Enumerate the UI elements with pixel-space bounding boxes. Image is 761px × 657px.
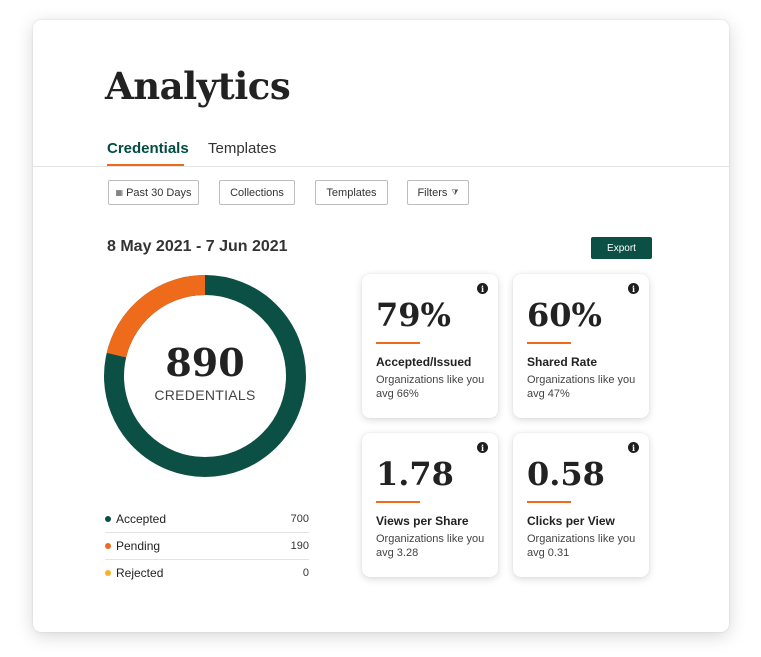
info-icon[interactable]: i: [628, 283, 639, 294]
metric-accent-bar: [527, 342, 571, 344]
legend-label: Pending: [116, 539, 161, 553]
info-icon[interactable]: i: [477, 442, 488, 453]
metric-label: Clicks per View: [527, 514, 615, 528]
metric-value: 1.78: [376, 455, 454, 493]
export-button[interactable]: Export: [591, 237, 652, 259]
metric-accent-bar: [376, 342, 420, 344]
date-filter-button[interactable]: ▦ Past 30 Days: [108, 180, 199, 205]
credentials-total: 890: [165, 340, 245, 385]
filters-label: Filters: [417, 186, 448, 199]
metric-value: 60%: [527, 296, 602, 334]
filters-button[interactable]: Filters ⧩: [407, 180, 469, 205]
analytics-card: Analytics Credentials Templates ▦ Past 3…: [33, 20, 729, 632]
legend-count: 700: [290, 513, 309, 525]
legend-label: Accepted: [116, 512, 167, 526]
legend-count: 0: [302, 567, 309, 579]
metric-benchmark: Organizations like you avg 3.28: [376, 533, 485, 559]
rejected-dot-icon: [105, 570, 111, 576]
metric-card-clicks-per-view: i 0.58 Clicks per View Organizations lik…: [513, 433, 649, 577]
date-filter-label: Past 30 Days: [126, 186, 192, 199]
filter-icon: ⧩: [451, 187, 459, 197]
date-range: 8 May 2021 - 7 Jun 2021: [107, 238, 288, 255]
metric-benchmark: Organizations like you avg 47%: [527, 374, 636, 400]
metric-card-shared-rate: i 60% Shared Rate Organizations like you…: [513, 274, 649, 418]
metric-accent-bar: [527, 501, 571, 503]
donut-legend: Accepted 700 Pending 190 Rejected 0: [105, 506, 309, 586]
collections-button[interactable]: Collections: [219, 180, 295, 205]
calendar-icon: ▦: [115, 188, 124, 197]
legend-item-pending: Pending 190: [105, 533, 309, 560]
metric-label: Accepted/Issued: [376, 355, 472, 369]
metric-value: 0.58: [527, 455, 605, 493]
tabs-divider: [33, 166, 729, 167]
info-icon[interactable]: i: [477, 283, 488, 294]
metric-benchmark: Organizations like you avg 0.31: [527, 533, 636, 559]
credentials-total-label: CREDENTIALS: [154, 387, 256, 403]
legend-label: Rejected: [116, 566, 164, 580]
tab-templates[interactable]: Templates: [208, 140, 276, 157]
legend-item-accepted: Accepted 700: [105, 506, 309, 533]
collections-label: Collections: [230, 186, 284, 199]
legend-item-rejected: Rejected 0: [105, 560, 309, 586]
info-icon[interactable]: i: [628, 442, 639, 453]
accepted-dot-icon: [105, 516, 111, 522]
metric-value: 79%: [376, 296, 451, 334]
metric-card-accepted-issued: i 79% Accepted/Issued Organizations like…: [362, 274, 498, 418]
metric-card-views-per-share: i 1.78 Views per Share Organizations lik…: [362, 433, 498, 577]
metric-accent-bar: [376, 501, 420, 503]
metric-benchmark: Organizations like you avg 66%: [376, 374, 485, 400]
metric-label: Shared Rate: [527, 355, 598, 369]
page-title: Analytics: [105, 64, 291, 108]
pending-dot-icon: [105, 543, 111, 549]
metric-label: Views per Share: [376, 514, 469, 528]
legend-count: 190: [290, 540, 309, 552]
templates-filter-label: Templates: [326, 186, 377, 199]
templates-filter-button[interactable]: Templates: [315, 180, 388, 205]
tab-credentials[interactable]: Credentials: [107, 140, 189, 157]
